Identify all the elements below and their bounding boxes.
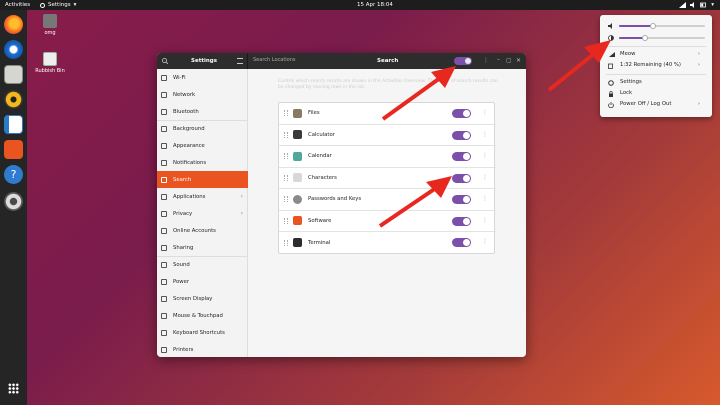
arrow-to-tray-menu	[547, 40, 611, 92]
arrow-to-characters-switch	[378, 176, 452, 228]
annotation-arrows	[378, 40, 611, 228]
arrow-to-master-switch	[381, 66, 456, 121]
